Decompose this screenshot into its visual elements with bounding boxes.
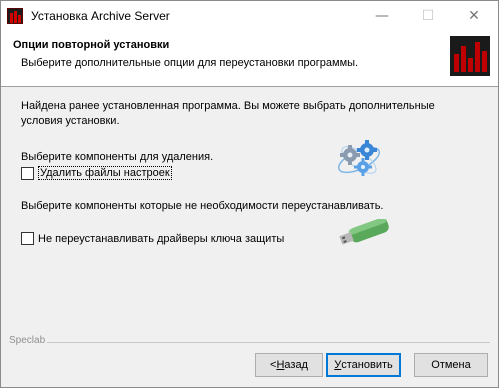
close-button[interactable]: ✕ <box>451 1 497 31</box>
remove-settings-option[interactable]: Удалить файлы настроек <box>21 166 172 180</box>
back-hotkey: Н <box>276 359 285 371</box>
minimize-icon: — <box>375 8 389 24</box>
back-button[interactable]: < Назад <box>255 353 323 377</box>
installer-window: Установка Archive Server — ☐ ✕ Опции пов… <box>0 0 499 388</box>
app-icon <box>7 8 23 24</box>
page-title: Опции повторной установки <box>13 39 170 51</box>
cancel-label: Отмена <box>431 359 471 371</box>
window-title: Установка Archive Server <box>31 9 170 23</box>
header-banner: Опции повторной установки Выберите допол… <box>1 31 498 87</box>
install-label-rest: становить <box>341 359 393 371</box>
skip-drivers-checkbox[interactable] <box>21 232 34 245</box>
keep-caption: Выберите компоненты которые не необходим… <box>21 200 384 212</box>
usb-key-icon <box>339 219 389 245</box>
title-bar[interactable]: Установка Archive Server — ☐ ✕ <box>1 1 498 31</box>
intro-text: Найдена ранее установленная программа. В… <box>21 100 435 127</box>
cancel-button[interactable]: Отмена <box>414 353 488 377</box>
brand-label: Speclab <box>9 335 46 346</box>
skip-drivers-option[interactable]: Не переустанавливать драйверы ключа защи… <box>21 232 284 245</box>
remove-settings-label[interactable]: Удалить файлы настроек <box>38 166 172 180</box>
maximize-icon: ☐ <box>421 8 435 24</box>
back-label-rest: азад <box>284 359 308 371</box>
remove-caption: Выберите компоненты для удаления. <box>21 151 214 163</box>
maximize-button: ☐ <box>405 1 451 31</box>
minimize-button[interactable]: — <box>359 1 405 31</box>
install-button[interactable]: Установить <box>326 353 401 377</box>
gears-icon <box>337 140 381 176</box>
skip-drivers-label[interactable]: Не переустанавливать драйверы ключа защи… <box>38 233 284 245</box>
remove-settings-checkbox[interactable] <box>21 166 34 180</box>
page-subtitle: Выберите дополнительные опции для переус… <box>21 57 359 69</box>
footer-divider <box>47 342 490 343</box>
archive-logo-icon <box>450 36 490 76</box>
close-icon: ✕ <box>468 8 480 24</box>
install-hotkey: У <box>334 359 342 371</box>
